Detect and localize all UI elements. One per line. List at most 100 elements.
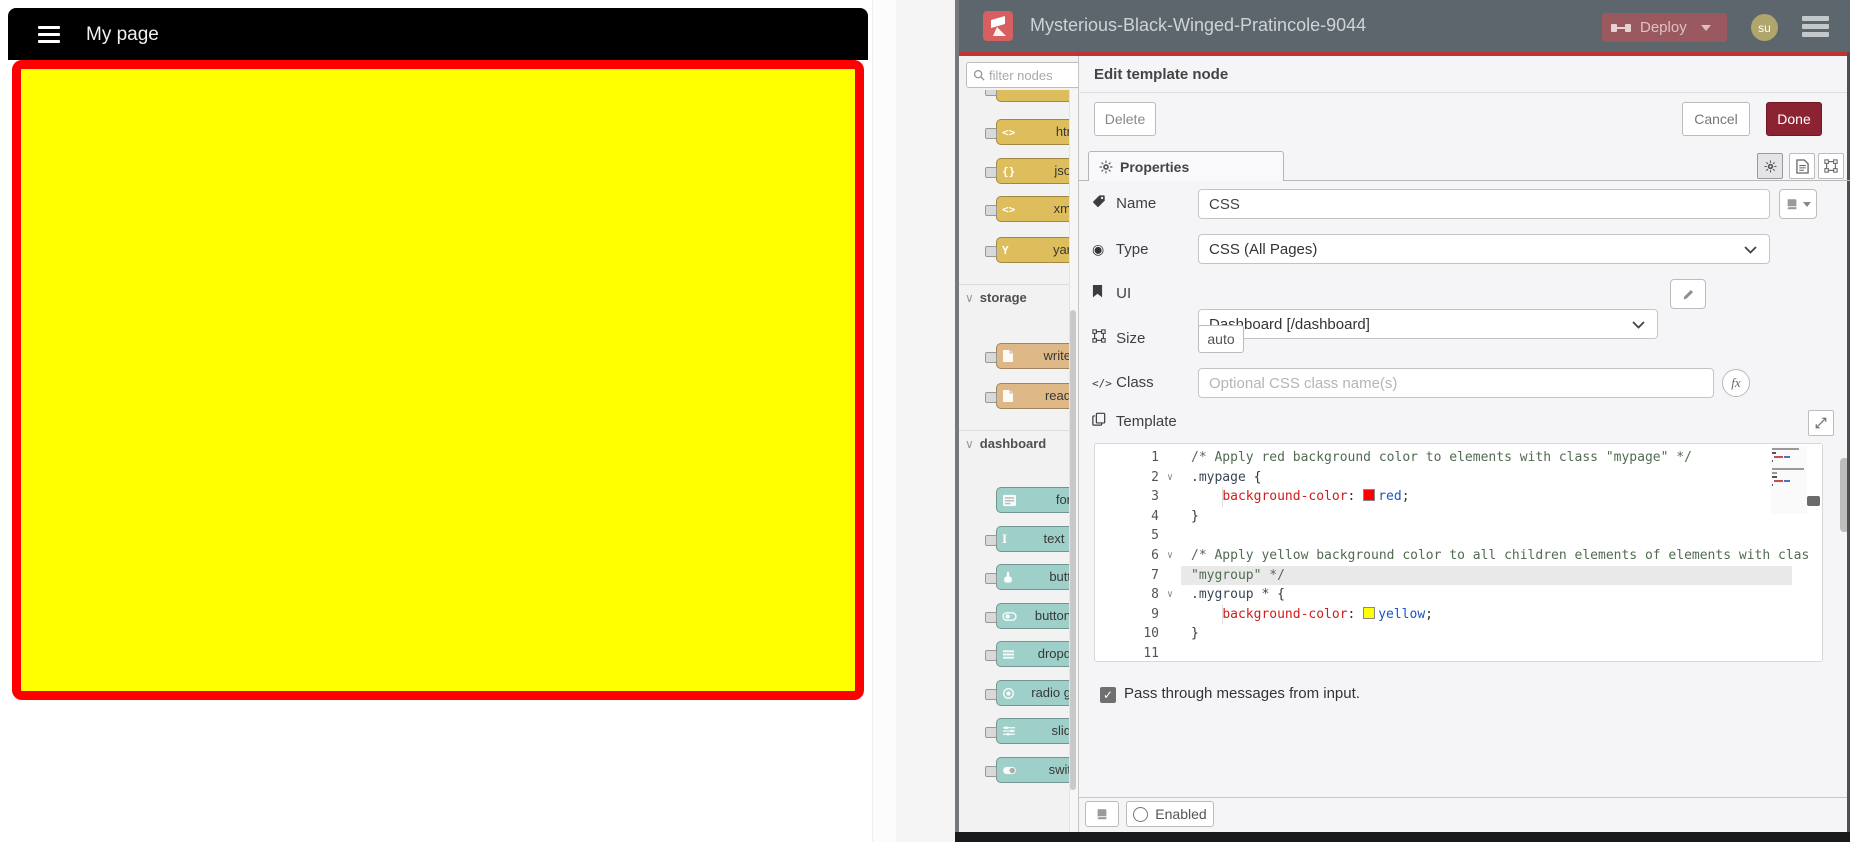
appearance-button[interactable] [1818,153,1844,179]
chevron-down-icon: ∨ [965,437,974,451]
pencil-icon [1683,289,1693,299]
tags-icon: <> [1002,202,1016,216]
type-select[interactable]: CSS (All Pages) [1198,234,1770,264]
description-button[interactable] [1789,153,1815,179]
palette-node-text-input[interactable]: Itext i [985,526,1078,552]
type-field-label: ◉ Type [1092,234,1148,264]
palette-node-button[interactable]: butt [985,564,1078,590]
code-line-3: 3 background-color: red; [1095,487,1808,507]
divider [1078,92,1850,93]
name-field-label: Name [1092,189,1156,219]
chevron-down-icon: ∨ [965,291,974,305]
done-button[interactable]: Done [1766,102,1822,136]
screen: My page ♟♛ + [0,0,1850,842]
palette-node-yaml[interactable]: Yyar [985,237,1078,263]
palette-node-write-file[interactable]: write [985,343,1078,369]
color-swatch [1363,489,1376,502]
node-red-logo-icon [983,11,1013,41]
node-port [985,612,997,623]
ui-select[interactable]: Dashboard [/dashboard] [1198,309,1658,339]
passthrough-label: Pass through messages from input. [1124,685,1360,702]
delete-button[interactable]: Delete [1094,102,1156,136]
palette-node-read-file[interactable]: read [985,383,1078,409]
properties-gear-button[interactable] [1757,153,1783,179]
palette-node-switch[interactable]: swit [985,757,1078,783]
edit-ui-button[interactable] [1670,279,1706,309]
node-port [985,246,997,257]
editor-scrollbar-thumb[interactable] [1807,496,1820,506]
toggle-icon [1002,604,1017,628]
palette-node-label: dropd [1037,646,1071,661]
size-auto-button[interactable]: auto [1198,325,1244,353]
palette-scrollbar-thumb[interactable] [1070,310,1076,790]
code-line-11: 11 [1143,646,1159,661]
dashboard-header-bar: My page [8,8,868,60]
palette-node-radio-group[interactable]: radio g [985,680,1078,706]
chevron-down-icon [1632,321,1645,329]
bookmark-icon [1092,279,1112,309]
node-port [985,167,997,178]
chevron-down-icon [1744,246,1757,254]
code-line-8: 8 ∨ .mygroup * { [1151,587,1285,603]
expand-editor-button[interactable] [1808,410,1834,436]
file-icon [1002,344,1014,368]
palette-node-html[interactable]: <> htr [985,119,1078,145]
palette-filter-input[interactable]: filter nodes [966,62,1078,88]
passthrough-checkbox[interactable]: ✓ [1100,687,1116,703]
deploy-button[interactable]: Deploy [1602,13,1727,42]
book-icon [1787,199,1797,210]
type-icon: ◉ [1092,241,1105,257]
search-icon [973,69,985,81]
category-label: storage [979,290,1027,305]
palette-category-storage[interactable]: ∨ storage [965,290,1027,305]
deploy-label: Deploy [1640,19,1687,36]
name-library-button[interactable] [1779,189,1817,219]
tab-properties[interactable]: Properties [1088,151,1284,181]
user-avatar[interactable]: su [1751,14,1778,41]
tag-icon [1092,189,1112,219]
node-red-header: Mysterious-Black-Winged-Pratincole-9044 … [959,0,1850,52]
braces-icon: {} [1002,164,1016,178]
window-bottom-edge [955,832,1850,842]
palette-filter-placeholder: filter nodes [989,67,1053,83]
palette-node-button-group[interactable]: button [985,603,1078,629]
palette-node-form[interactable]: for [996,487,1078,513]
palette-node-slider[interactable]: slid [985,718,1078,744]
palette-node-dropdown[interactable]: dropd [985,641,1078,667]
node-enabled-toggle[interactable]: Enabled [1126,801,1214,827]
file-icon [1002,384,1014,408]
palette-category-dashboard[interactable]: ∨ dashboard [965,436,1046,451]
template-code-editor[interactable]: 1/* Apply red background color to elemen… [1094,443,1823,662]
palette-node-label: read [1044,388,1071,403]
deploy-node-icon [1611,23,1631,32]
divider [959,430,1078,431]
node-port [985,689,997,700]
cancel-button[interactable]: Cancel [1682,102,1750,136]
class-input[interactable] [1198,368,1714,398]
deploy-caret-icon[interactable] [1700,24,1711,31]
node-port [985,205,997,216]
book-icon [1097,809,1107,820]
hand-icon [1002,565,1014,589]
code-line-1: 1/* Apply red background color to elemen… [1151,450,1692,465]
code-line-7: 7 "mygroup" */ [1095,565,1808,586]
palette-node-xml[interactable]: <> xm [985,196,1078,222]
class-fx-button[interactable]: fx [1722,369,1750,397]
code-line-9: 9 background-color: yellow; [1095,604,1808,625]
name-input[interactable] [1198,189,1770,219]
node-port [985,766,997,777]
enabled-label: Enabled [1155,806,1207,822]
palette-search-band: filter nodes [959,56,1078,90]
dashboard-scrollbar[interactable] [872,0,1765,842]
palette-node-label: swit [1048,762,1071,777]
palette-node-json[interactable]: {} jso [985,158,1078,184]
node-help-button[interactable] [1085,801,1119,827]
node-port [985,352,997,363]
category-label: dashboard [979,436,1047,451]
yaml-icon: Y [1002,243,1009,257]
gear-icon [1099,160,1113,173]
code-line-10: 10} [1143,626,1199,642]
code-line-5: 5 [1151,528,1159,544]
lines-icon [1002,642,1015,666]
size-frame-icon [1092,324,1112,354]
